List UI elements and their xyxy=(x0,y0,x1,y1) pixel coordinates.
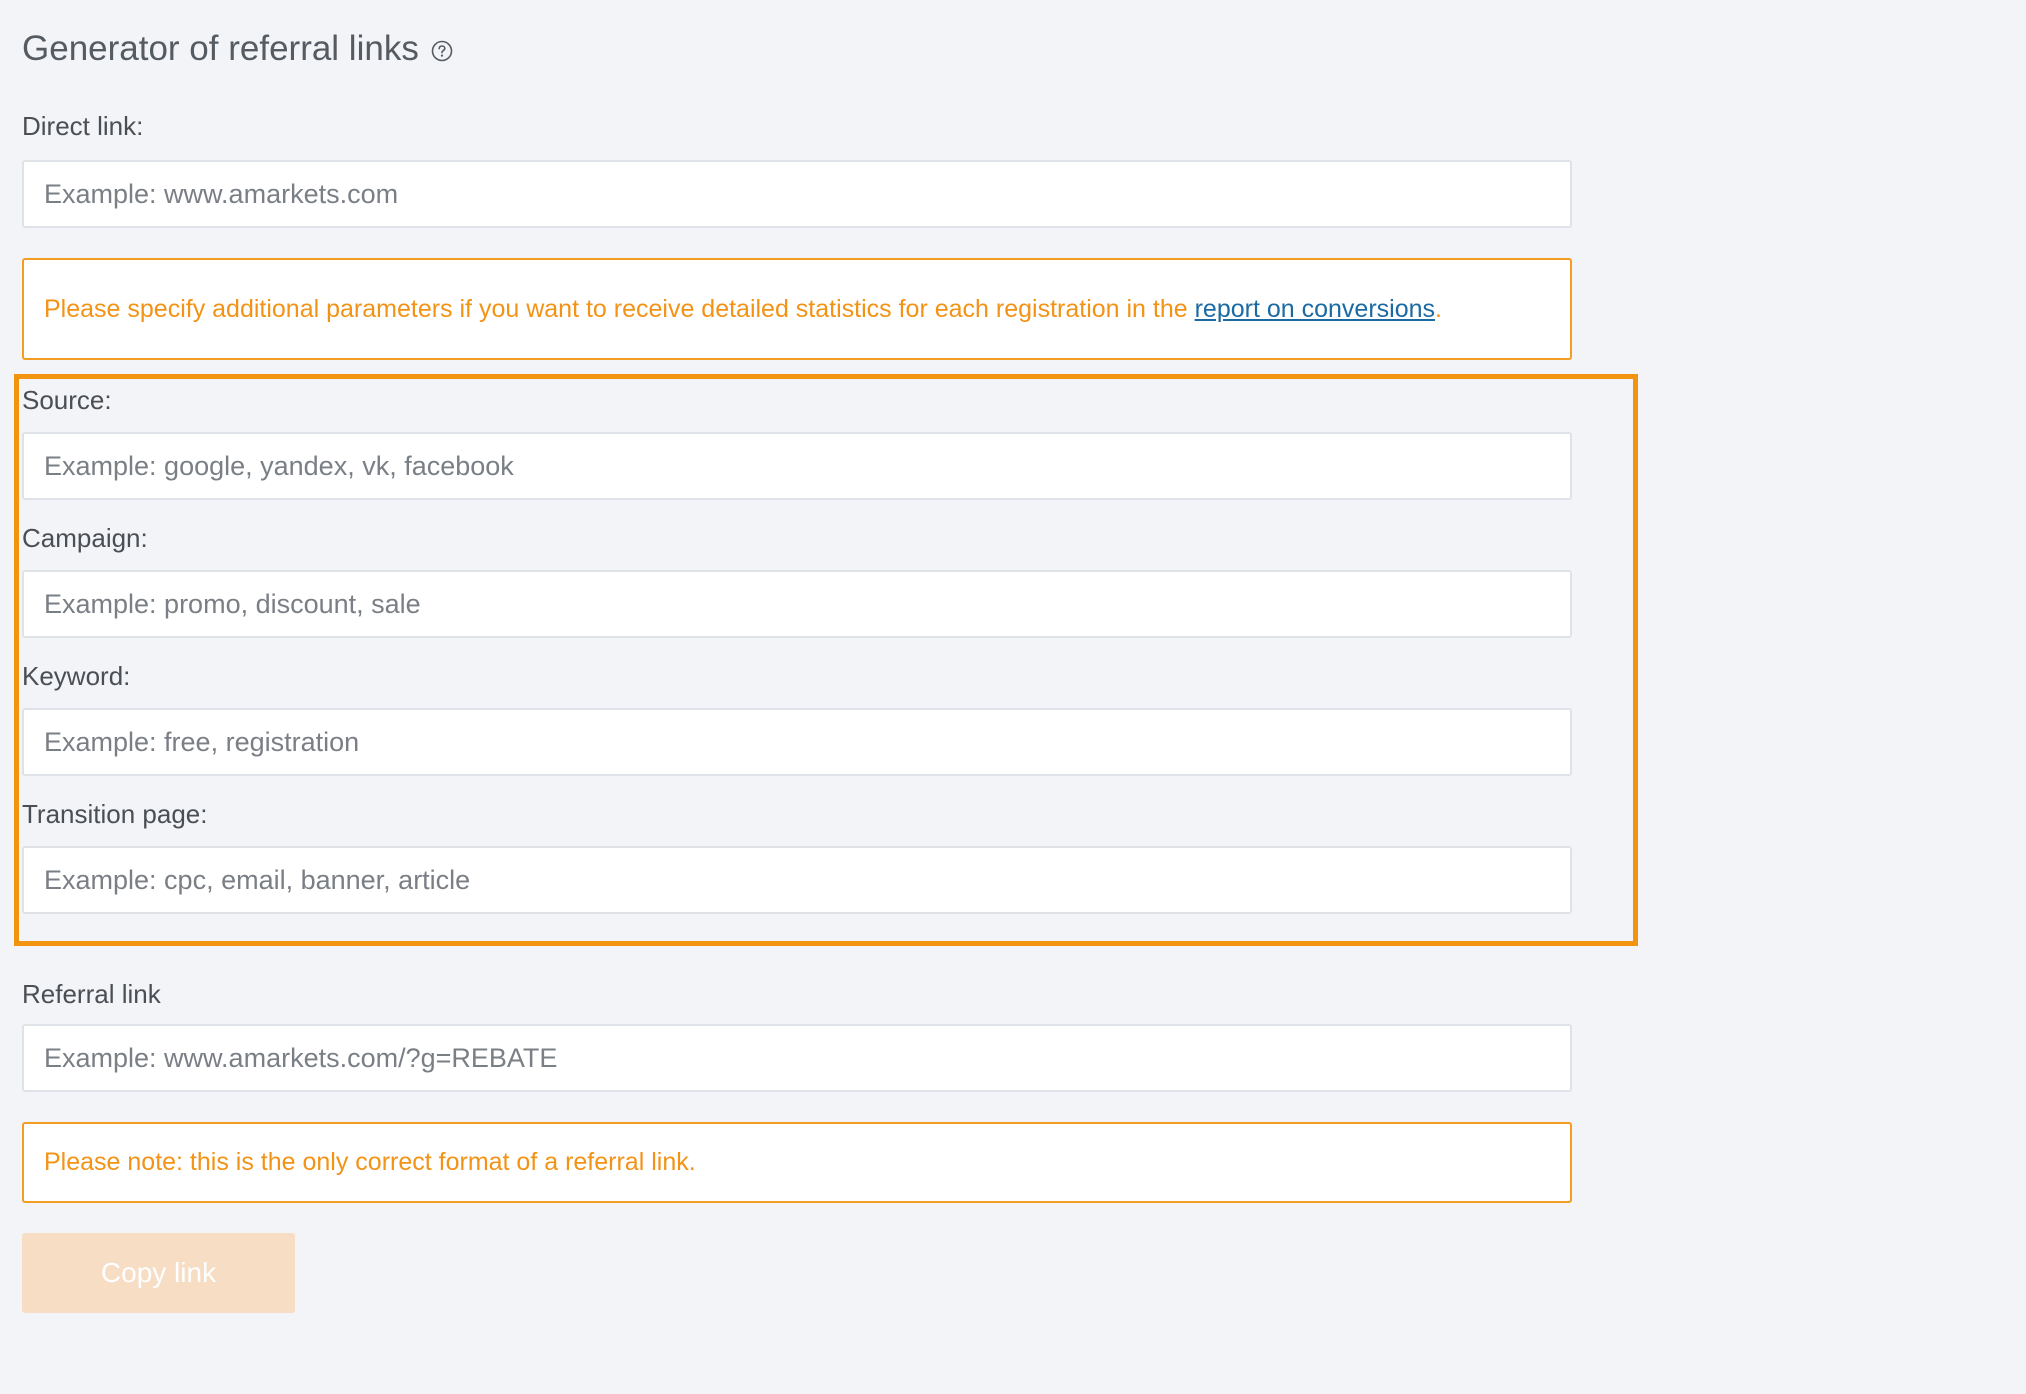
transition-page-input[interactable] xyxy=(22,846,1572,914)
direct-link-label: Direct link: xyxy=(22,111,144,141)
transition-page-label: Transition page: xyxy=(22,799,208,829)
page-title: Generator of referral links xyxy=(22,29,419,68)
referral-link-label: Referral link xyxy=(22,979,161,1009)
campaign-input[interactable] xyxy=(22,570,1572,638)
copy-link-button[interactable]: Copy link xyxy=(22,1233,295,1313)
source-label: Source: xyxy=(22,385,112,415)
keyword-input[interactable] xyxy=(22,708,1572,776)
referral-link-input[interactable] xyxy=(22,1024,1572,1092)
keyword-label: Keyword: xyxy=(22,661,131,691)
format-notice: Please note: this is the only correct fo… xyxy=(22,1122,1572,1203)
source-input[interactable] xyxy=(22,432,1572,500)
direct-link-input[interactable] xyxy=(22,160,1572,228)
parameters-notice-period: . xyxy=(1435,294,1442,323)
campaign-label: Campaign: xyxy=(22,523,148,553)
report-on-conversions-link[interactable]: report on conversions xyxy=(1195,295,1435,323)
format-notice-text: Please note: this is the only correct fo… xyxy=(44,1148,696,1176)
question-circle-icon[interactable] xyxy=(431,40,453,62)
parameters-notice-text: Please specify additional parameters if … xyxy=(44,294,1195,323)
parameters-notice: Please specify additional parameters if … xyxy=(22,258,1572,360)
title-row: Generator of referral links xyxy=(22,24,453,74)
